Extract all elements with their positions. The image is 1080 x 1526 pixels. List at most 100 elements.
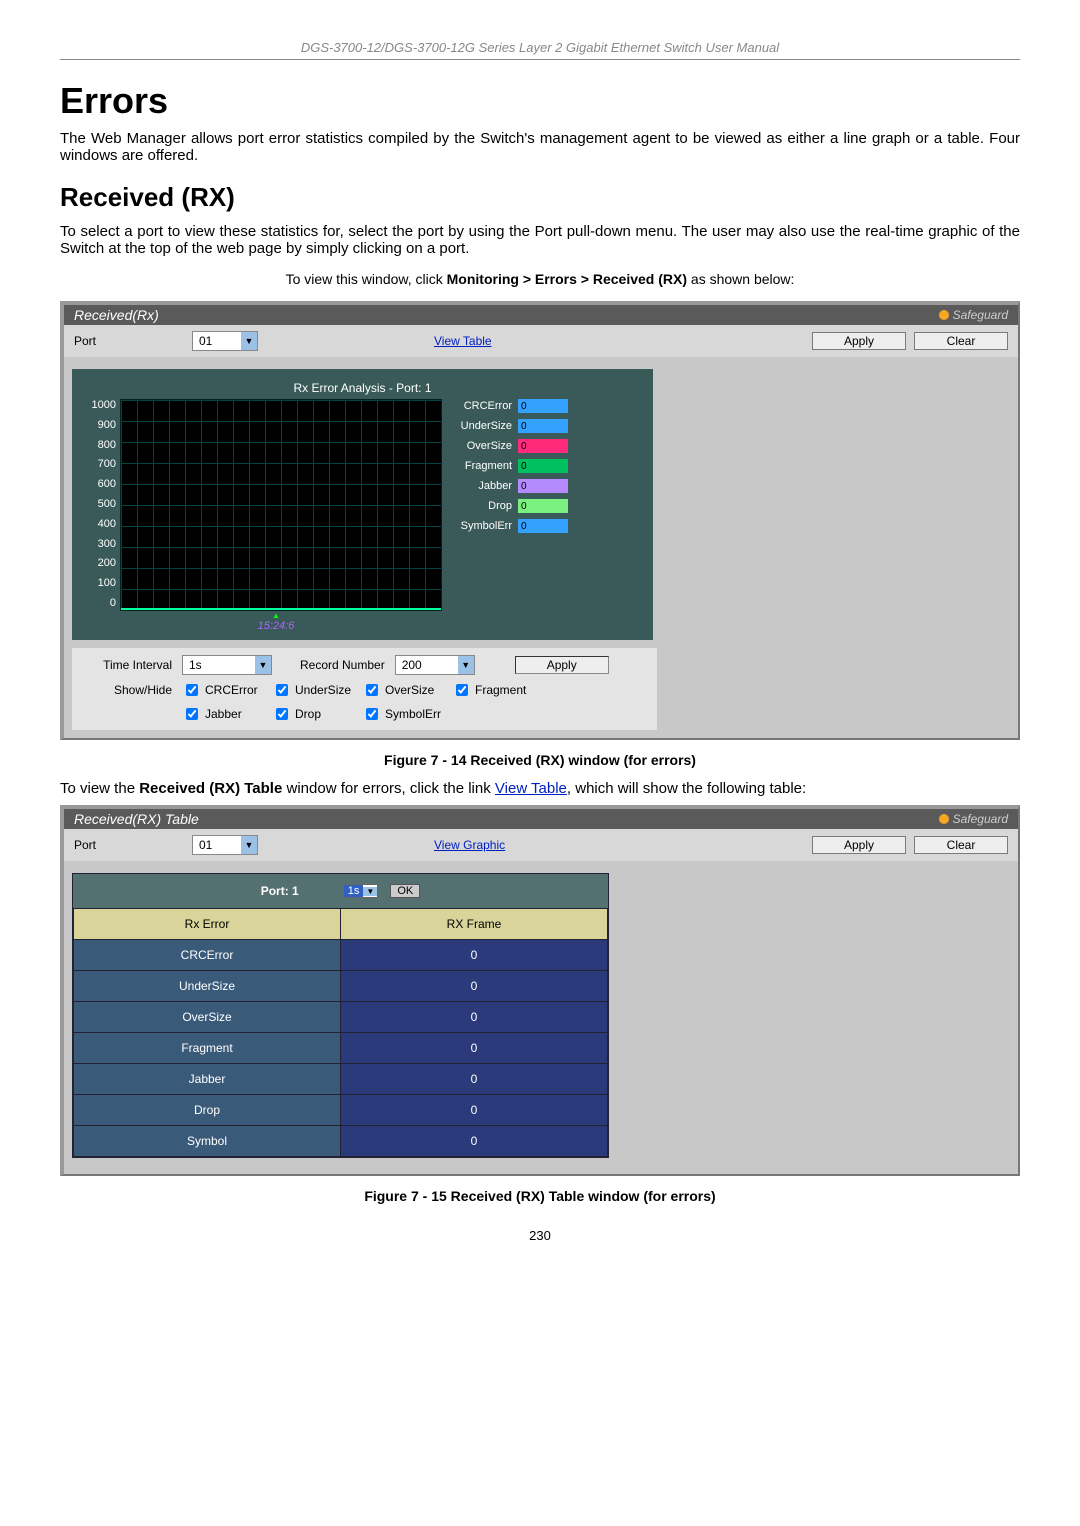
safeguard-badge: Safeguard xyxy=(939,308,1008,322)
cell-value: 0 xyxy=(341,971,608,1002)
cell-value: 0 xyxy=(341,1095,608,1126)
page-number: 230 xyxy=(60,1228,1020,1243)
heading-received-rx: Received (RX) xyxy=(60,182,1020,213)
panel-title: Received(Rx) xyxy=(74,307,159,323)
y-tick: 200 xyxy=(80,557,116,569)
showhide-checkbox[interactable]: Fragment xyxy=(452,681,542,699)
y-tick: 1000 xyxy=(80,399,116,411)
clear-button[interactable]: Clear xyxy=(914,332,1008,350)
doc-header: DGS-3700-12/DGS-3700-12G Series Layer 2 … xyxy=(60,40,1020,60)
cell-value: 0 xyxy=(341,1126,608,1157)
safeguard-badge: Safeguard xyxy=(939,812,1008,826)
port-select[interactable]: 01 ▼ xyxy=(192,835,258,855)
view-graphic-link[interactable]: View Graphic xyxy=(434,838,505,852)
cell-value: 0 xyxy=(341,940,608,971)
showhide-label: Show/Hide xyxy=(82,683,172,697)
chart-title: Rx Error Analysis - Port: 1 xyxy=(80,377,645,399)
record-number-label: Record Number xyxy=(300,658,385,672)
y-tick: 100 xyxy=(80,577,116,589)
showhide-checkbox[interactable]: SymbolErr xyxy=(362,705,452,723)
y-tick: 500 xyxy=(80,498,116,510)
cell-name: CRCError xyxy=(74,940,341,971)
panel-title-bar: Received(Rx) Safeguard xyxy=(64,305,1018,325)
showhide-checkbox[interactable]: OverSize xyxy=(362,681,452,699)
cell-name: OverSize xyxy=(74,1002,341,1033)
options-apply-button[interactable]: Apply xyxy=(515,656,609,674)
figure-caption-1: Figure 7 - 14 Received (RX) window (for … xyxy=(60,752,1020,768)
y-tick: 800 xyxy=(80,439,116,451)
chart-legend: CRCError0UnderSize0OverSize0Fragment0Jab… xyxy=(442,399,568,609)
intro-errors: The Web Manager allows port error statis… xyxy=(60,130,1020,164)
legend-value: 0 xyxy=(518,479,568,493)
control-row: Port 01 ▼ View Graphic Apply Clear xyxy=(64,829,1018,861)
legend-name: UnderSize xyxy=(456,420,512,432)
chart-y-axis: 10009008007006005004003002001000 xyxy=(80,399,120,609)
cell-value: 0 xyxy=(341,1002,608,1033)
legend-row: CRCError 0 xyxy=(456,399,568,413)
chevron-down-icon: ▼ xyxy=(255,656,271,674)
legend-name: SymbolErr xyxy=(456,520,512,532)
col-rx-error: Rx Error xyxy=(74,909,341,940)
legend-name: Fragment xyxy=(456,460,512,472)
apply-button[interactable]: Apply xyxy=(812,836,906,854)
heading-errors: Errors xyxy=(60,80,1020,122)
legend-value: 0 xyxy=(518,419,568,433)
legend-value: 0 xyxy=(518,459,568,473)
nav-path: To view this window, click Monitoring > … xyxy=(60,271,1020,287)
showhide-checkbox[interactable]: UnderSize xyxy=(272,681,362,699)
chart-options: Time Interval 1s ▼ Record Number 200 ▼ A… xyxy=(72,648,657,730)
port-label: Port xyxy=(74,838,184,852)
intro-received-rx: To select a port to view these statistic… xyxy=(60,223,1020,257)
cell-name: Jabber xyxy=(74,1064,341,1095)
y-tick: 700 xyxy=(80,458,116,470)
record-number-select[interactable]: 200 ▼ xyxy=(395,655,475,675)
figure-caption-2: Figure 7 - 15 Received (RX) Table window… xyxy=(60,1188,1020,1204)
chart-x-label: 15:24:6 xyxy=(116,611,436,632)
rx-error-table-block: Port: 1 1s ▼ OK Rx Error RX Frame xyxy=(72,873,609,1158)
control-row: Port 01 ▼ View Table Apply Clear xyxy=(64,325,1018,357)
rx-error-table: Rx Error RX Frame CRCError0UnderSize0Ove… xyxy=(73,908,608,1157)
showhide-checkbox[interactable]: Jabber xyxy=(182,705,272,723)
table-row: CRCError0 xyxy=(74,940,608,971)
legend-name: OverSize xyxy=(456,440,512,452)
time-interval-select[interactable]: 1s ▼ xyxy=(182,655,272,675)
legend-name: CRCError xyxy=(456,400,512,412)
legend-value: 0 xyxy=(518,499,568,513)
chevron-down-icon: ▼ xyxy=(241,332,257,350)
panel-title: Received(RX) Table xyxy=(74,811,199,827)
legend-row: Fragment 0 xyxy=(456,459,568,473)
port-select[interactable]: 01 ▼ xyxy=(192,331,258,351)
port-label: Port xyxy=(74,334,184,348)
y-tick: 0 xyxy=(80,597,116,609)
y-tick: 400 xyxy=(80,518,116,530)
col-rx-frame: RX Frame xyxy=(341,909,608,940)
legend-name: Drop xyxy=(456,500,512,512)
chart-grid xyxy=(120,399,442,611)
legend-value: 0 xyxy=(518,519,568,533)
table-port-label: Port: 1 xyxy=(261,884,299,898)
apply-button[interactable]: Apply xyxy=(812,332,906,350)
cell-name: Drop xyxy=(74,1095,341,1126)
legend-row: OverSize0 xyxy=(456,439,568,453)
table-port-row: Port: 1 1s ▼ OK xyxy=(73,874,608,908)
chevron-down-icon: ▼ xyxy=(241,836,257,854)
cell-value: 0 xyxy=(341,1033,608,1064)
cell-name: Fragment xyxy=(74,1033,341,1064)
safeguard-icon xyxy=(939,310,949,320)
ok-button[interactable]: OK xyxy=(390,884,420,898)
chevron-down-icon: ▼ xyxy=(458,656,474,674)
legend-name: Jabber xyxy=(456,480,512,492)
safeguard-icon xyxy=(939,814,949,824)
showhide-checkbox[interactable]: CRCError xyxy=(182,681,272,699)
cell-value: 0 xyxy=(341,1064,608,1095)
clear-button[interactable]: Clear xyxy=(914,836,1008,854)
view-table-inline-link[interactable]: View Table xyxy=(495,780,567,797)
y-tick: 300 xyxy=(80,538,116,550)
legend-value: 0 xyxy=(518,399,568,413)
showhide-checkbox[interactable]: Drop xyxy=(272,705,362,723)
y-tick: 600 xyxy=(80,478,116,490)
chevron-down-icon: ▼ xyxy=(363,887,377,896)
view-table-link[interactable]: View Table xyxy=(434,334,492,348)
table-interval-select[interactable]: 1s ▼ xyxy=(343,884,379,898)
table-row: Drop0 xyxy=(74,1095,608,1126)
